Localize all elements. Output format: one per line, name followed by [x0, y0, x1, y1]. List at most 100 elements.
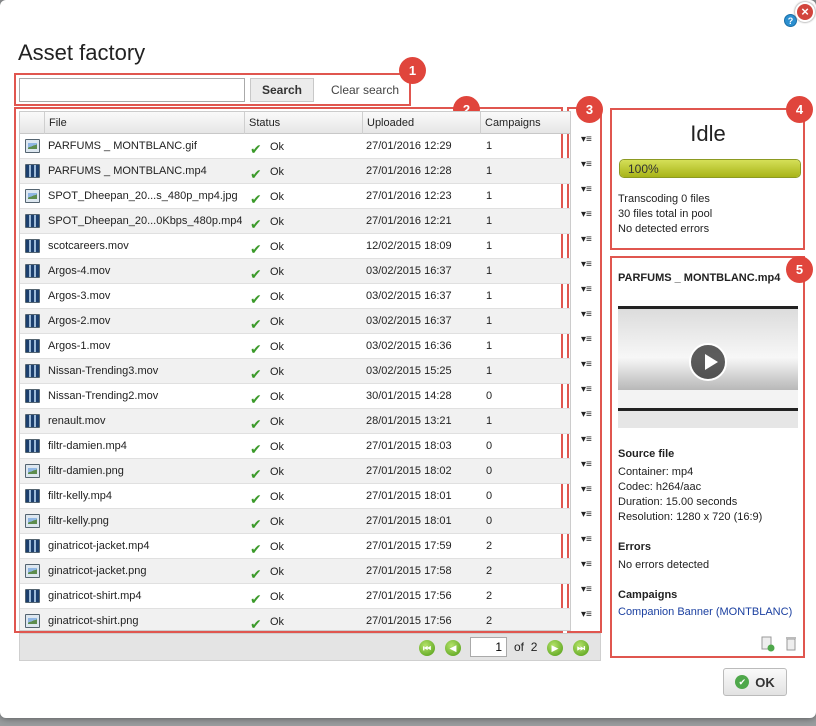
campaign-count: 0 [486, 390, 493, 402]
status-text: Ok [270, 166, 285, 178]
row-menu-icon[interactable]: ▾≡ [581, 209, 599, 221]
table-row[interactable]: ginatricot-shirt.mp4 ✔ Ok 27/01/2015 17:56 2 [20, 584, 570, 609]
details-filename: PARFUMS _ MONTBLANC.mp4 [618, 272, 781, 284]
table-row[interactable]: Nissan-Trending2.mov ✔ Ok 30/01/2015 14:28 0 [20, 384, 570, 409]
file-name: ginatricot-shirt.png [48, 615, 139, 627]
check-icon: ✔ [250, 441, 262, 457]
status-cell: ✔ Ok [246, 509, 362, 534]
row-menu-icon[interactable]: ▾≡ [581, 534, 599, 546]
column-header-file[interactable]: File [44, 112, 244, 134]
row-menu-icon[interactable]: ▾≡ [581, 359, 599, 371]
table-row[interactable]: Argos-1.mov ✔ Ok 03/02/2015 16:36 1 [20, 334, 570, 359]
uploaded-date: 27/01/2015 17:59 [366, 540, 452, 552]
video-file-icon [25, 214, 40, 228]
campaign-count: 1 [486, 240, 493, 252]
table-header: File Status Uploaded Campaigns [20, 112, 570, 134]
status-text: Ok [270, 516, 285, 528]
status-text: Ok [270, 266, 285, 278]
table-row[interactable]: ginatricot-jacket.png ✔ Ok 27/01/2015 17:58… [20, 559, 570, 584]
row-menu-icon[interactable]: ▾≡ [581, 459, 599, 471]
trash-icon[interactable] [785, 636, 797, 651]
campaign-count: 1 [486, 190, 493, 202]
last-page-icon[interactable]: ⏭ [573, 640, 589, 656]
uploaded-date: 27/01/2015 18:01 [366, 490, 452, 502]
next-page-icon[interactable]: ▶ [547, 640, 563, 656]
total-pages: 2 [530, 640, 538, 654]
search-button[interactable]: Search [250, 78, 314, 102]
campaign-count: 2 [486, 540, 493, 552]
status-cell: ✔ Ok [246, 259, 362, 284]
table-row[interactable]: Nissan-Trending3.mov ✔ Ok 03/02/2015 15:25 1 [20, 359, 570, 384]
row-menu-icon[interactable]: ▾≡ [581, 159, 599, 171]
row-menu-icon[interactable]: ▾≡ [581, 384, 599, 396]
search-input[interactable] [19, 78, 245, 102]
column-header-status[interactable]: Status [244, 112, 362, 134]
campaign-count: 1 [486, 315, 493, 327]
page-number-input[interactable] [470, 637, 507, 657]
close-button[interactable]: × [795, 2, 815, 22]
row-menu-icon[interactable]: ▾≡ [581, 584, 599, 596]
check-icon: ✔ [250, 416, 262, 432]
table-row[interactable]: ginatricot-jacket.mp4 ✔ Ok 27/01/2015 17:59… [20, 534, 570, 559]
campaign-count: 2 [486, 590, 493, 602]
table-row[interactable]: filtr-damien.png ✔ Ok 27/01/2015 18:02 0 [20, 459, 570, 484]
row-menu-icon[interactable]: ▾≡ [581, 259, 599, 271]
uploaded-date: 03/02/2015 16:37 [366, 290, 452, 302]
table-row[interactable]: Argos-4.mov ✔ Ok 03/02/2015 16:37 1 [20, 259, 570, 284]
uploaded-date: 27/01/2015 17:58 [366, 565, 452, 577]
play-icon[interactable] [689, 343, 727, 381]
row-menu-icon[interactable]: ▾≡ [581, 434, 599, 446]
add-to-campaign-icon[interactable] [761, 636, 775, 652]
row-menu-icon[interactable]: ▾≡ [581, 509, 599, 521]
campaign-count: 1 [486, 365, 493, 377]
campaign-link[interactable]: Companion Banner (MONTBLANC) [618, 606, 792, 618]
table-row[interactable]: renault.mov ✔ Ok 28/01/2015 13:21 1 [20, 409, 570, 434]
ok-check-icon: ✔ [735, 675, 750, 689]
table-row[interactable]: Argos-3.mov ✔ Ok 03/02/2015 16:37 1 [20, 284, 570, 309]
status-cell: ✔ Ok [246, 309, 362, 334]
image-file-icon [25, 614, 40, 628]
status-text: Ok [270, 616, 285, 628]
table-row[interactable]: ginatricot-shirt.png ✔ Ok 27/01/2015 17:56 2 [20, 609, 570, 630]
row-menu-icon[interactable]: ▾≡ [581, 184, 599, 196]
file-name: scotcareers.mov [48, 240, 129, 252]
campaign-count: 1 [486, 415, 493, 427]
column-header-uploaded[interactable]: Uploaded [362, 112, 480, 134]
pagination-bar: ⏮ ◀ of 2 ▶ ⏭ [19, 633, 601, 661]
image-file-icon [25, 514, 40, 528]
table-row[interactable]: filtr-kelly.mp4 ✔ Ok 27/01/2015 18:01 0 [20, 484, 570, 509]
video-file-icon [25, 164, 40, 178]
column-header-campaigns[interactable]: Campaigns [480, 112, 570, 134]
uploaded-date: 27/01/2016 12:21 [366, 215, 452, 227]
previous-page-icon[interactable]: ◀ [445, 640, 461, 656]
row-menu-icon[interactable]: ▾≡ [581, 234, 599, 246]
errors-heading: Errors [618, 541, 652, 553]
clear-search-button[interactable]: Clear search [322, 78, 408, 102]
row-menu-icon[interactable]: ▾≡ [581, 309, 599, 321]
row-menu-icon[interactable]: ▾≡ [581, 134, 599, 146]
status-cell: ✔ Ok [246, 284, 362, 309]
table-row[interactable]: Argos-2.mov ✔ Ok 03/02/2015 16:37 1 [20, 309, 570, 334]
table-row[interactable]: PARFUMS _ MONTBLANC.gif ✔ Ok 27/01/2016 12:… [20, 134, 570, 159]
row-menu-icon[interactable]: ▾≡ [581, 409, 599, 421]
table-row[interactable]: filtr-kelly.png ✔ Ok 27/01/2015 18:01 0 [20, 509, 570, 534]
errors-text: No errors detected [618, 559, 710, 571]
video-preview[interactable] [618, 306, 798, 428]
preview-frame-secondary [618, 408, 798, 428]
table-row[interactable]: PARFUMS _ MONTBLANC.mp4 ✔ Ok 27/01/2016 12:… [20, 159, 570, 184]
row-menu-icon[interactable]: ▾≡ [581, 609, 599, 621]
table-row[interactable]: scotcareers.mov ✔ Ok 12/02/2015 18:09 1 [20, 234, 570, 259]
ok-button[interactable]: ✔ OK [723, 668, 787, 696]
row-menu-icon[interactable]: ▾≡ [581, 334, 599, 346]
asset-factory-dialog: × ? Asset factory 1 2 3 4 5 Search Clear… [0, 0, 816, 718]
dialog-title: Asset factory [18, 40, 146, 65]
table-row[interactable]: SPOT_Dheepan_20...s_480p_mp4.jpg ✔ Ok 27/01… [20, 184, 570, 209]
first-page-icon[interactable]: ⏮ [419, 640, 435, 656]
table-row[interactable]: filtr-damien.mp4 ✔ Ok 27/01/2015 18:03 0 [20, 434, 570, 459]
row-menu-icon[interactable]: ▾≡ [581, 484, 599, 496]
uploaded-date: 03/02/2015 16:37 [366, 315, 452, 327]
row-menu-icon[interactable]: ▾≡ [581, 559, 599, 571]
table-row[interactable]: SPOT_Dheepan_20...0Kbps_480p.mp4 ✔ Ok 27/01… [20, 209, 570, 234]
row-menu-icon[interactable]: ▾≡ [581, 284, 599, 296]
video-file-icon [25, 389, 40, 403]
